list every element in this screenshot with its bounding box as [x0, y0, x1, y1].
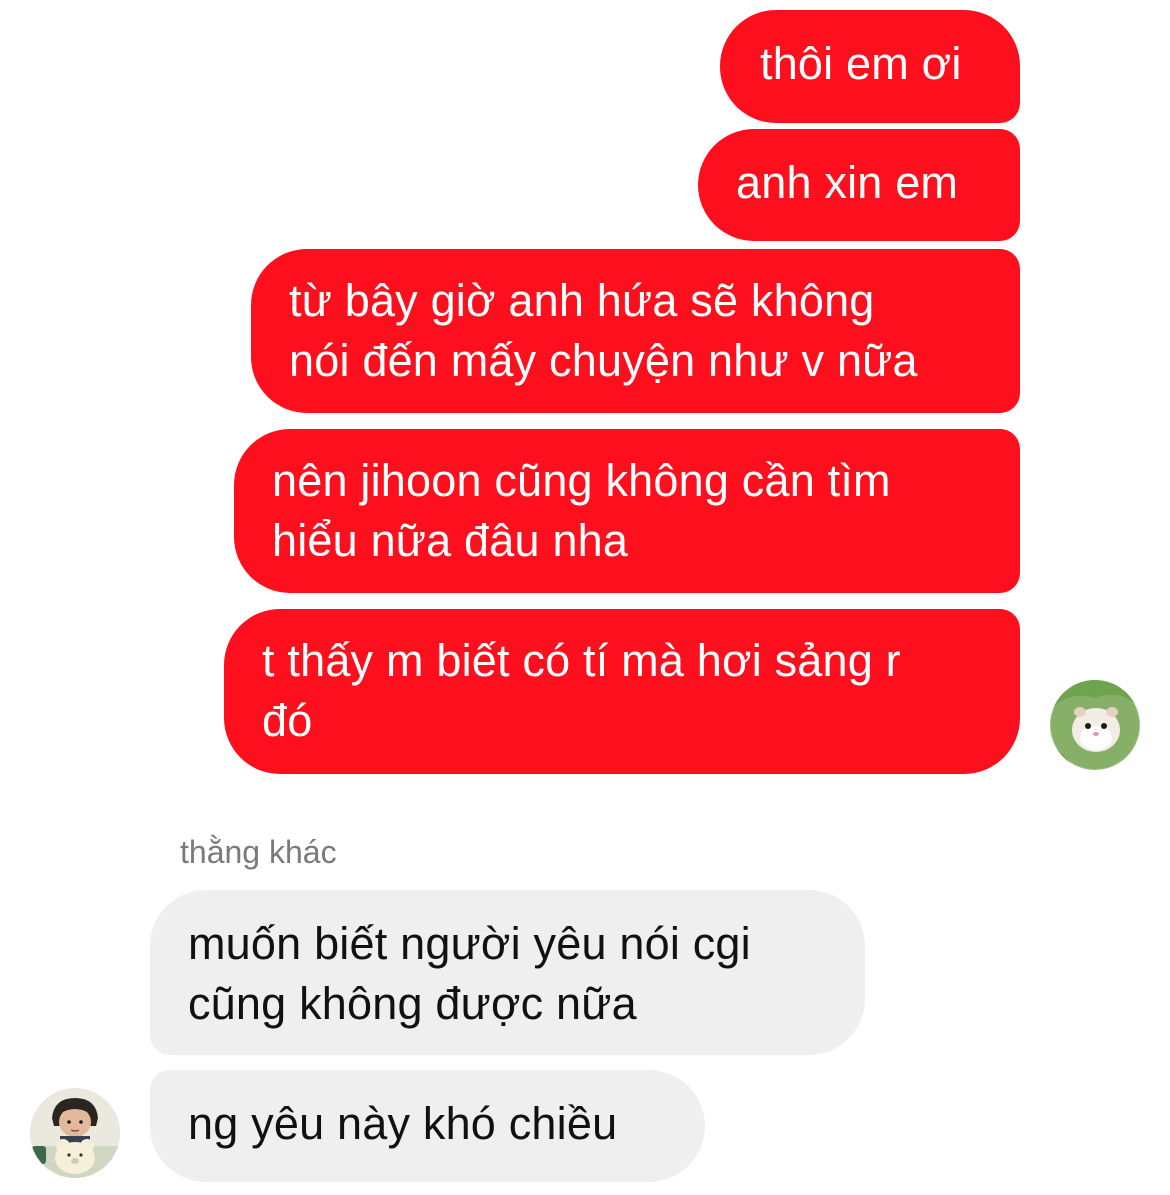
outgoing-message[interactable]: từ bây giờ anh hứa sẽ không nói đến mấy … [251, 249, 1020, 413]
outgoing-message[interactable]: nên jihoon cũng không cần tìm hiểu nữa đ… [234, 429, 1020, 593]
hamster-avatar-icon[interactable] [1050, 680, 1140, 770]
sender-name: thằng khác [180, 834, 337, 870]
outgoing-message[interactable]: thôi em ơi [720, 10, 1020, 123]
incoming-message[interactable]: muốn biết người yêu nói cgi cũng không đ… [150, 890, 865, 1055]
child-with-teddy-avatar-icon[interactable] [30, 1088, 120, 1178]
outgoing-message[interactable]: t thấy m biết có tí mà hơi sảng r đó [224, 609, 1020, 774]
incoming-message[interactable]: ng yêu này khó chiều [150, 1070, 705, 1182]
outgoing-message[interactable]: anh xin em [698, 129, 1020, 241]
